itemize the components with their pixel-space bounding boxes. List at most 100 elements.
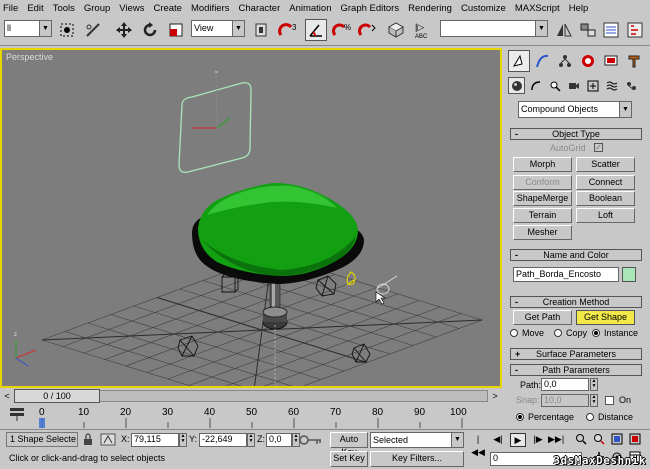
set-key-button[interactable]: Set Key [330, 451, 368, 467]
lights-icon[interactable] [546, 77, 563, 94]
object-type-rollout-header[interactable]: - Object Type [510, 128, 642, 140]
x-coordinate-input[interactable]: 79,115 [131, 433, 179, 447]
menu-views[interactable]: Views [119, 3, 144, 14]
menu-tools[interactable]: Tools [53, 3, 75, 14]
get-path-button[interactable]: Get Path [513, 310, 572, 325]
menu-help[interactable]: Help [569, 3, 589, 14]
path-parameters-rollout-header[interactable]: - Path Parameters [510, 364, 642, 376]
mini-curve-editor-icon[interactable] [8, 406, 26, 422]
select-and-link-icon[interactable] [82, 19, 104, 41]
next-frame-icon[interactable]: > [489, 390, 501, 402]
path-value-input[interactable]: 0,0 [541, 378, 589, 391]
play-icon[interactable]: ▶ [510, 433, 526, 447]
autogrid-checkbox[interactable]: ✓ [594, 143, 603, 152]
absolute-mode-transform-icon[interactable] [100, 433, 116, 446]
distance-radio[interactable] [586, 413, 594, 421]
name-and-color-rollout-header[interactable]: - Name and Color [510, 249, 642, 261]
zoom-extents-all-icon[interactable] [627, 433, 643, 447]
go-to-end-icon[interactable]: ▶▶| [548, 433, 564, 447]
y-spinner[interactable]: ▲ ▼ [247, 433, 255, 447]
utilities-panel-tab[interactable] [623, 50, 645, 72]
scale-icon[interactable] [165, 19, 187, 41]
named-selection-sets-dropdown[interactable]: ▼ [440, 20, 548, 37]
key-mode-dropdown[interactable]: Selected ▼ [370, 432, 464, 448]
loft-button[interactable]: Loft [576, 208, 635, 223]
scatter-button[interactable]: Scatter [576, 157, 635, 172]
pivot-center-icon[interactable] [250, 19, 272, 41]
spinner-snap-icon[interactable] [357, 19, 379, 41]
time-slider-thumb[interactable]: 0 / 100 [14, 389, 100, 403]
rotate-icon[interactable] [139, 19, 161, 41]
auto-key-button[interactable]: Auto Key [330, 432, 368, 457]
snap-spinner[interactable]: ▲ ▼ [590, 394, 598, 407]
menu-file[interactable]: File [3, 3, 18, 14]
mirror-tool-icon[interactable] [553, 19, 575, 41]
surface-parameters-rollout-header[interactable]: + Surface Parameters [510, 348, 642, 360]
y-coordinate-input[interactable]: -22,649 [199, 433, 247, 447]
selection-filter-dropdown[interactable]: ll ▼ [4, 20, 52, 37]
helpers-icon[interactable] [584, 77, 601, 94]
copy-radio[interactable] [554, 329, 562, 337]
motion-panel-tab[interactable] [577, 50, 599, 72]
boolean-button[interactable]: Boolean [576, 191, 635, 206]
snap-on-checkbox[interactable] [605, 396, 614, 405]
previous-frame-icon[interactable]: < [1, 390, 13, 402]
path-spinner[interactable]: ▲ ▼ [590, 378, 598, 391]
percent-snap-icon[interactable]: % [331, 19, 353, 41]
menu-customize[interactable]: Customize [461, 3, 506, 14]
mesher-button[interactable]: Mesher [513, 225, 572, 240]
menu-modifiers[interactable]: Modifiers [191, 3, 230, 14]
zoom-extents-icon[interactable] [609, 433, 625, 447]
connect-button[interactable]: Connect [576, 175, 635, 190]
schematic-view-icon[interactable] [624, 19, 646, 41]
display-panel-tab[interactable] [600, 50, 622, 72]
edit-named-selection-icon[interactable] [385, 19, 407, 41]
next-key-icon[interactable]: |▶ [530, 433, 546, 447]
terrain-button[interactable]: Terrain [513, 208, 572, 223]
menu-group[interactable]: Group [84, 3, 110, 14]
angle-snap-icon[interactable] [305, 19, 327, 41]
morph-button[interactable]: Morph [513, 157, 572, 172]
space-warps-icon[interactable] [603, 77, 620, 94]
reference-coordinate-dropdown[interactable]: View ▼ [191, 20, 245, 37]
object-category-dropdown[interactable]: Compound Objects ▼ [518, 101, 632, 118]
menu-edit[interactable]: Edit [27, 3, 43, 14]
previous-key-icon[interactable]: ◀| [490, 433, 506, 447]
percentage-radio[interactable] [516, 413, 524, 421]
hierarchy-panel-tab[interactable] [554, 50, 576, 72]
zoom-all-icon[interactable] [591, 433, 607, 447]
go-to-start-icon[interactable]: |◀◀ [470, 433, 486, 457]
snap-3d-icon[interactable]: 3 [278, 19, 300, 41]
create-panel-tab[interactable] [508, 50, 530, 72]
move-icon[interactable] [113, 19, 135, 41]
mirror-icon[interactable]: |▷ ABC [413, 19, 435, 41]
cameras-icon[interactable] [565, 77, 582, 94]
systems-icon[interactable] [622, 77, 639, 94]
menu-create[interactable]: Create [153, 3, 182, 14]
lock-selection-icon[interactable] [82, 433, 94, 446]
menu-graph-editors[interactable]: Graph Editors [340, 3, 399, 14]
get-shape-button[interactable]: Get Shape [576, 310, 635, 325]
creation-method-rollout-header[interactable]: - Creation Method [510, 296, 642, 308]
modify-panel-tab[interactable] [531, 50, 553, 72]
zoom-icon[interactable] [573, 433, 589, 447]
shapemerge-button[interactable]: ShapeMerge [513, 191, 572, 206]
track-bar[interactable] [0, 404, 470, 429]
key-filters-button[interactable]: Key Filters... [370, 451, 464, 467]
track-view-icon[interactable] [600, 19, 622, 41]
conform-button[interactable]: Conform [513, 175, 572, 190]
geometry-icon[interactable] [508, 77, 525, 94]
menu-character[interactable]: Character [239, 3, 281, 14]
shapes-icon[interactable] [527, 77, 544, 94]
x-spinner[interactable]: ▲ ▼ [179, 433, 187, 447]
z-coordinate-input[interactable]: 0,0 [266, 433, 292, 447]
menu-maxscript[interactable]: MAXScript [515, 3, 560, 14]
align-icon[interactable] [577, 19, 599, 41]
select-object-icon[interactable] [56, 19, 78, 41]
snap-value-input[interactable]: 10,0 [541, 394, 589, 407]
menu-animation[interactable]: Animation [289, 3, 331, 14]
menu-rendering[interactable]: Rendering [408, 3, 452, 14]
move-radio[interactable] [510, 329, 518, 337]
instance-radio[interactable] [592, 329, 600, 337]
object-color-swatch[interactable] [622, 267, 636, 282]
